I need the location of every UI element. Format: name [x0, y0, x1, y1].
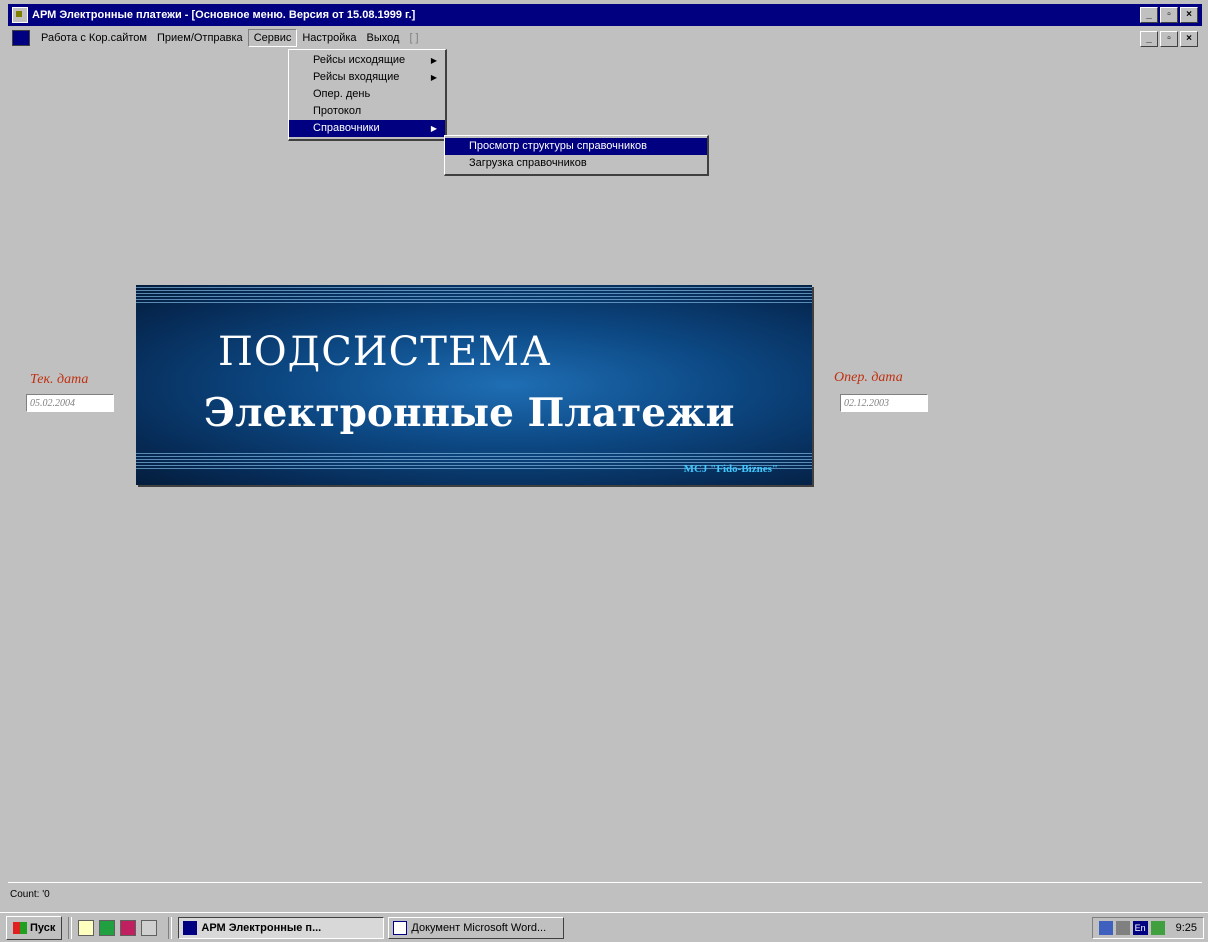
- menu-exit[interactable]: Выход: [362, 30, 405, 46]
- menu-item-label: Справочники: [313, 122, 380, 134]
- task-arm-payments[interactable]: АРМ Электронные п...: [178, 916, 385, 939]
- menu-item-protocol[interactable]: Протокол: [289, 103, 445, 120]
- banner-title-line2: Электронные Платежи: [204, 390, 735, 436]
- menu-item-label: Рейсы входящие: [313, 71, 400, 83]
- main-window: АРМ Электронные платежи - [Основное меню…: [8, 4, 1202, 908]
- clock[interactable]: 9:25: [1176, 922, 1197, 934]
- menu-item-incoming-runs[interactable]: Рейсы входящие ▶: [289, 69, 445, 86]
- word-app-icon: [393, 920, 408, 935]
- task-word-document[interactable]: Документ Microsoft Word...: [388, 916, 565, 939]
- menu-item-references[interactable]: Справочники ▶: [289, 120, 445, 137]
- oper-date-field[interactable]: 02.12.2003: [840, 394, 928, 412]
- submenu-arrow-icon: ▶: [430, 56, 437, 65]
- start-button[interactable]: Пуск: [6, 915, 63, 940]
- window-title: АРМ Электронные платежи - [Основное меню…: [32, 9, 416, 21]
- close-button[interactable]: ×: [1180, 7, 1198, 23]
- menu-item-label: Рейсы исходящие: [313, 54, 406, 66]
- submenu-arrow-icon: ▶: [430, 73, 437, 82]
- maximize-button[interactable]: ▫: [1160, 7, 1178, 23]
- banner-credit: MCJ "Fido-Biznes": [683, 463, 778, 475]
- app-icon[interactable]: [12, 7, 28, 23]
- arm-app-icon: [183, 920, 198, 935]
- tray-volume-icon[interactable]: [1115, 921, 1130, 935]
- quicklaunch-other-icon[interactable]: [141, 919, 158, 936]
- quicklaunch-excel-icon[interactable]: [99, 919, 116, 936]
- menu-item-outgoing-runs[interactable]: Рейсы исходящие ▶: [289, 52, 445, 69]
- mdi-minimize-button[interactable]: _: [1140, 31, 1158, 47]
- quicklaunch-desktop-icon[interactable]: [78, 919, 95, 936]
- language-indicator[interactable]: En: [1132, 921, 1148, 935]
- taskbar: Пуск АРМ Электронные п... Документ Micro…: [0, 912, 1208, 942]
- menu-item-oper-day[interactable]: Опер. день: [289, 86, 445, 103]
- windows-logo-icon: [13, 921, 27, 934]
- menu-bar: Работа с Кор.сайтом Прием/Отправка Серви…: [8, 28, 1202, 48]
- submenu-arrow-icon: ▶: [430, 124, 437, 133]
- system-tray: En 9:25: [1091, 917, 1204, 939]
- start-label: Пуск: [30, 921, 56, 934]
- status-bar: Count: '0: [8, 882, 1202, 906]
- oper-date-label: Опер. дата: [834, 370, 903, 385]
- references-submenu: Просмотр структуры справочников Загрузка…: [444, 135, 709, 176]
- menu-corr-site[interactable]: Работа с Кор.сайтом: [36, 30, 152, 46]
- current-date-field[interactable]: 05.02.2004: [26, 394, 114, 412]
- minimize-button[interactable]: _: [1140, 7, 1158, 23]
- menu-disabled-item: [ ]: [409, 32, 419, 44]
- taskbar-separator: [68, 916, 73, 939]
- task-label: АРМ Электронные п...: [201, 921, 322, 934]
- tray-app-icon[interactable]: [1150, 921, 1165, 935]
- menu-service[interactable]: Сервис: [247, 29, 298, 47]
- service-dropdown: Рейсы исходящие ▶ Рейсы входящие ▶ Опер. д…: [288, 49, 447, 141]
- mdi-close-button[interactable]: ×: [1180, 31, 1198, 47]
- mdi-maximize-button[interactable]: ▫: [1160, 31, 1178, 47]
- taskbar-separator: [168, 916, 173, 939]
- subsystem-banner: ПОДСИСТЕМА Электронные Платежи MCJ "Fido…: [136, 285, 812, 485]
- title-bar[interactable]: АРМ Электронные платежи - [Основное меню…: [8, 4, 1202, 26]
- tray-network-icon[interactable]: [1098, 921, 1113, 935]
- quicklaunch-powerpoint-icon[interactable]: [120, 919, 137, 936]
- banner-title-line1: ПОДСИСТЕМА: [218, 329, 552, 375]
- menu-receive-send[interactable]: Прием/Отправка: [152, 30, 248, 46]
- menu-item-load-refs[interactable]: Загрузка справочников: [445, 155, 707, 172]
- task-label: Документ Microsoft Word...: [411, 921, 547, 934]
- current-date-label: Тек. дата: [30, 372, 89, 387]
- banner-stripes-top: [136, 287, 812, 303]
- menu-settings[interactable]: Настройка: [297, 30, 361, 46]
- menu-item-view-ref-structure[interactable]: Просмотр структуры справочников: [445, 138, 707, 155]
- mdi-child-icon[interactable]: [12, 30, 30, 46]
